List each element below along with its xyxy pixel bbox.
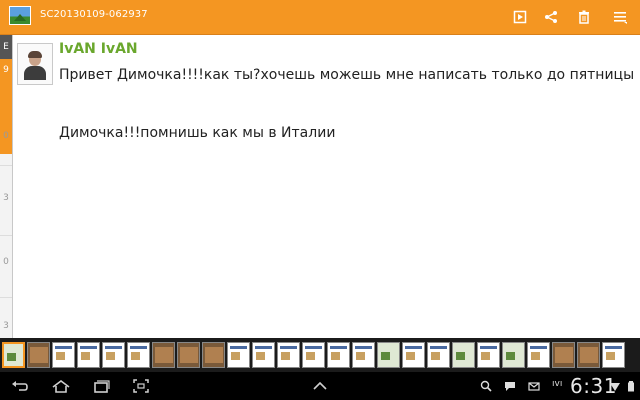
delete-icon[interactable] xyxy=(574,7,594,27)
thumbnail[interactable] xyxy=(177,342,200,368)
thumbnail[interactable] xyxy=(127,342,150,368)
message-line: Димочка!!!помнишь как мы в Италии xyxy=(59,125,336,141)
chat-icon xyxy=(503,379,517,393)
side-strip-header: E xyxy=(0,35,12,59)
thumbnail[interactable] xyxy=(352,342,375,368)
side-strip-number: 3 xyxy=(3,193,9,203)
thumbnail[interactable] xyxy=(277,342,300,368)
thumbnail[interactable] xyxy=(27,342,50,368)
email-icon xyxy=(527,379,541,393)
thumbnail[interactable] xyxy=(527,342,550,368)
wifi-icon xyxy=(608,379,622,393)
side-calendar-strip: E 9 0 3 0 3 xyxy=(0,35,13,338)
side-strip-selected-number: 9 xyxy=(3,65,9,75)
system-nav-bar: ıvı 6:31 xyxy=(0,372,640,400)
thumbnail[interactable] xyxy=(427,342,450,368)
thumbnail[interactable] xyxy=(152,342,175,368)
sender-name[interactable]: IvAN IvAN xyxy=(59,41,138,57)
thumbnail[interactable] xyxy=(52,342,75,368)
search-icon[interactable] xyxy=(479,379,493,393)
thumbnail-filmstrip[interactable] xyxy=(0,338,640,372)
thumbnail[interactable] xyxy=(377,342,400,368)
side-strip-divider xyxy=(0,297,12,298)
message-line: Привет Димочка!!!!как ты?хочешь можешь м… xyxy=(59,67,635,83)
thumbnail[interactable] xyxy=(502,342,525,368)
thumbnail[interactable] xyxy=(102,342,125,368)
thumbnail[interactable] xyxy=(577,342,600,368)
side-strip-divider xyxy=(0,165,12,166)
screenshot-icon[interactable] xyxy=(128,376,154,396)
window-title: SC20130109-062937 xyxy=(40,9,148,20)
thumbnail[interactable] xyxy=(477,342,500,368)
side-strip-divider xyxy=(0,235,12,236)
thumbnail[interactable] xyxy=(327,342,350,368)
home-icon[interactable] xyxy=(48,376,74,396)
thumbnail[interactable] xyxy=(77,342,100,368)
back-icon[interactable] xyxy=(7,376,33,396)
avatar[interactable] xyxy=(17,43,53,85)
side-strip-number: 0 xyxy=(3,131,9,141)
battery-icon xyxy=(624,379,638,393)
thumbnail[interactable] xyxy=(452,342,475,368)
side-strip-number: 3 xyxy=(3,321,9,331)
side-strip-number: 0 xyxy=(3,257,9,267)
thumbnail[interactable] xyxy=(227,342,250,368)
slideshow-icon[interactable] xyxy=(510,7,530,27)
thumbnail[interactable] xyxy=(252,342,275,368)
thumbnail[interactable] xyxy=(552,342,575,368)
recent-apps-icon[interactable] xyxy=(88,376,114,396)
thumbnail[interactable] xyxy=(2,342,25,368)
menu-icon[interactable] xyxy=(610,7,630,27)
message-view: IvAN IvAN Привет Димочка!!!!как ты?хочеш… xyxy=(13,35,640,338)
chevron-up-icon[interactable] xyxy=(307,376,333,396)
action-bar: SC20130109-062937 xyxy=(0,0,640,35)
thumbnail[interactable] xyxy=(602,342,625,368)
image-thumbnail-icon[interactable] xyxy=(9,6,31,25)
thumbnail[interactable] xyxy=(202,342,225,368)
network-label: ıvı xyxy=(552,379,563,389)
thumbnail[interactable] xyxy=(402,342,425,368)
thumbnail[interactable] xyxy=(302,342,325,368)
share-icon[interactable] xyxy=(541,7,561,27)
